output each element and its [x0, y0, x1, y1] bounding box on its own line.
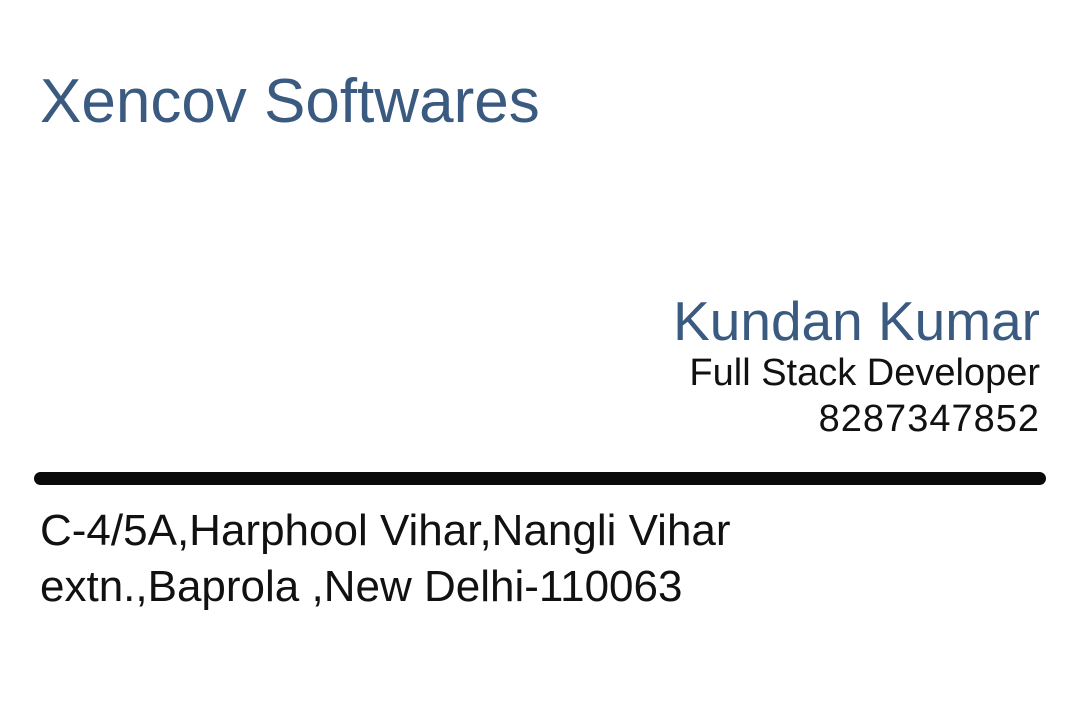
- person-name: Kundan Kumar: [673, 290, 1040, 352]
- company-name: Xencov Softwares: [40, 67, 540, 136]
- address-line-2: extn.,Baprola ,New Delhi-110063: [40, 562, 683, 611]
- person-block: Kundan Kumar Full Stack Developer 828734…: [673, 290, 1040, 442]
- address-block: C-4/5A,Harphool Vihar,Nangli Vihar extn.…: [40, 503, 731, 615]
- address-line-1: C-4/5A,Harphool Vihar,Nangli Vihar: [40, 506, 731, 555]
- phone-number: 8287347852: [818, 398, 1040, 440]
- divider-line: [34, 472, 1046, 485]
- business-card: Xencov Softwares Kundan Kumar Full Stack…: [0, 0, 1080, 717]
- job-title: Full Stack Developer: [689, 352, 1040, 394]
